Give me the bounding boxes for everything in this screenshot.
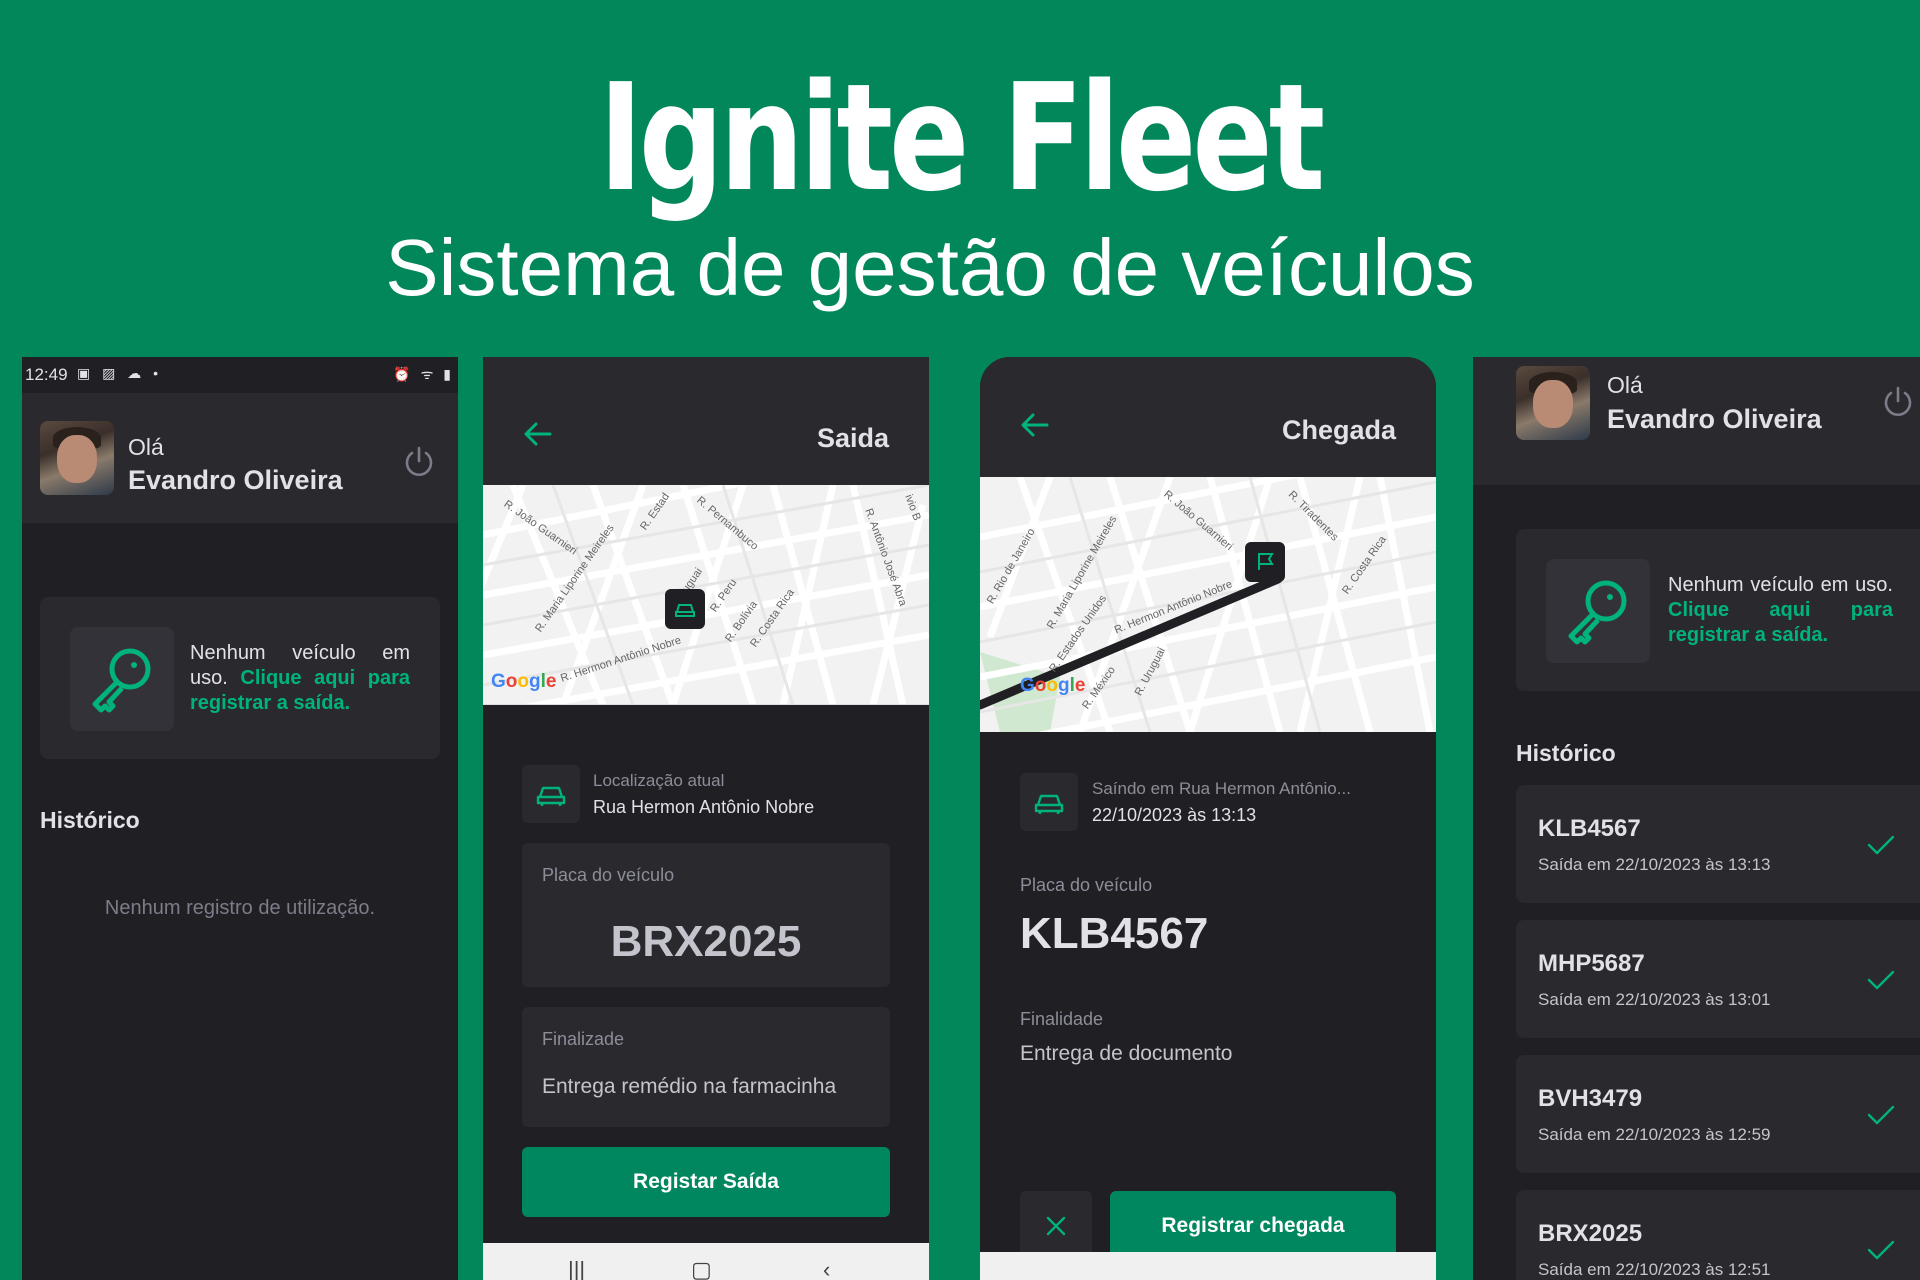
history-item[interactable]: KLB4567 Saída em 22/10/2023 às 13:13 bbox=[1516, 785, 1920, 903]
avatar bbox=[40, 421, 114, 495]
check-icon bbox=[1867, 1105, 1895, 1125]
car-icon bbox=[522, 765, 580, 823]
page-title: Saida bbox=[816, 423, 889, 453]
home-nav-icon[interactable]: ▢ bbox=[691, 1257, 712, 1280]
key-icon bbox=[70, 627, 174, 731]
history-title: Histórico bbox=[40, 807, 140, 833]
status-bar: 12:49 ▣ ▨ ☁ • ⏰ ᯤ ▮ bbox=[22, 357, 458, 393]
history-plate: BVH3479 bbox=[1538, 1085, 1643, 1112]
history-date: Saída em 22/10/2023 às 13:13 bbox=[1538, 855, 1771, 874]
system-icons: ⏰ ᯤ ▮ bbox=[393, 366, 454, 382]
home-header: Olá Evandro Oliveira bbox=[1473, 357, 1920, 485]
power-icon[interactable] bbox=[1881, 385, 1915, 419]
user-name: Evandro Oliveira bbox=[1607, 404, 1822, 434]
hero-title: Ignite Fleet bbox=[598, 52, 1325, 224]
map-view[interactable]: R. João Guarnieri R. Maria Liporine Meir… bbox=[483, 485, 929, 705]
history-title: Histórico bbox=[1516, 740, 1616, 766]
check-icon bbox=[1867, 1240, 1895, 1260]
page-title: Chegada bbox=[1281, 415, 1396, 445]
status-time: 12:49 bbox=[25, 365, 68, 384]
no-vehicle-text: Nenhum veículo em uso. Clique aqui para … bbox=[1668, 574, 1893, 646]
power-icon[interactable] bbox=[402, 445, 436, 479]
phone-home-history: Olá Evandro Oliveira Nenhum veículo em u… bbox=[1473, 357, 1920, 1280]
purpose-input[interactable]: Entrega remédio na farmacinha bbox=[542, 1075, 836, 1099]
user-name: Evandro Oliveira bbox=[128, 465, 343, 495]
departure-info: Saíndo em Rua Hermon Antônio... bbox=[1092, 779, 1351, 798]
google-logo: Google bbox=[1020, 675, 1086, 696]
history-date: Saída em 22/10/2023 às 13:01 bbox=[1538, 990, 1771, 1009]
departure-header: Saida bbox=[483, 357, 929, 485]
phone-departure: Saida R. João Guarnieri R. Maria Liporin… bbox=[483, 357, 929, 1280]
key-icon bbox=[1546, 559, 1650, 663]
check-icon bbox=[1867, 970, 1895, 990]
history-plate: MHP5687 bbox=[1538, 950, 1645, 977]
purpose-label: Finalidade bbox=[1020, 1009, 1104, 1029]
plate-input[interactable]: BRX2025 bbox=[522, 917, 890, 967]
greeting-label: Olá bbox=[128, 434, 164, 460]
android-nav-bar bbox=[980, 1252, 1436, 1280]
location-label: Localização atual bbox=[593, 771, 725, 790]
history-item[interactable]: BRX2025 Saída em 22/10/2023 às 12:51 bbox=[1516, 1190, 1920, 1280]
departure-datetime: 22/10/2023 às 13:13 bbox=[1092, 805, 1257, 825]
no-vehicle-text: Nenhum veículo em uso. Clique aqui para … bbox=[190, 642, 410, 714]
register-arrival-button[interactable]: Registrar chegada bbox=[1110, 1191, 1396, 1261]
plate-label: Placa do veículo bbox=[1020, 875, 1153, 895]
no-vehicle-card[interactable]: Nenhum veículo em uso. Clique aqui para … bbox=[1516, 529, 1920, 691]
purpose-value: Entrega de documento bbox=[1020, 1042, 1233, 1065]
map-view[interactable]: R. Rio de Janeiro R. Maria Liporine Meir… bbox=[980, 477, 1436, 732]
history-item[interactable]: MHP5687 Saída em 22/10/2023 às 13:01 bbox=[1516, 920, 1920, 1038]
hero-subtitle: Sistema de gestão de veículos bbox=[385, 223, 1475, 312]
arrival-header: Chegada bbox=[980, 357, 1436, 477]
recents-icon[interactable]: ||| bbox=[568, 1257, 585, 1280]
empty-history-text: Nenhum registro de utilização. bbox=[104, 897, 376, 919]
flag-marker-icon bbox=[1245, 542, 1285, 582]
phone-arrival: Chegada R. Rio de Janeiro R. Maria Lipor… bbox=[980, 357, 1436, 1280]
history-plate: KLB4567 bbox=[1538, 815, 1641, 842]
avatar bbox=[1516, 366, 1590, 440]
history-date: Saída em 22/10/2023 às 12:59 bbox=[1538, 1125, 1771, 1144]
register-departure-link[interactable]: Clique aqui para registrar a saída. bbox=[1668, 599, 1893, 646]
home-header: Olá Evandro Oliveira bbox=[22, 393, 458, 523]
back-arrow-icon[interactable] bbox=[523, 421, 553, 447]
history-date: Saída em 22/10/2023 às 12:51 bbox=[1538, 1260, 1771, 1279]
purpose-field[interactable]: Finalizade Entrega remédio na farmacinha bbox=[522, 1007, 890, 1127]
close-icon bbox=[1046, 1216, 1066, 1236]
google-logo: Google bbox=[491, 671, 557, 692]
purpose-label: Finalizade bbox=[542, 1029, 625, 1049]
history-plate: BRX2025 bbox=[1538, 1220, 1643, 1247]
check-icon bbox=[1867, 835, 1895, 855]
no-vehicle-card[interactable]: Nenhum veículo em uso. Clique aqui para … bbox=[40, 597, 440, 759]
cancel-button[interactable] bbox=[1020, 1191, 1092, 1261]
plate-field[interactable]: Placa do veículo BRX2025 bbox=[522, 843, 890, 987]
greeting-label: Olá bbox=[1607, 372, 1643, 398]
car-icon bbox=[1020, 773, 1078, 831]
phone-home-empty: 12:49 ▣ ▨ ☁ • ⏰ ᯤ ▮ Olá Evandro Oliveira… bbox=[22, 357, 458, 1280]
notification-icons: ▣ ▨ ☁ • bbox=[77, 365, 163, 381]
plate-label: Placa do veículo bbox=[542, 865, 675, 885]
location-value: Rua Hermon Antônio Nobre bbox=[593, 797, 815, 817]
history-item[interactable]: BVH3479 Saída em 22/10/2023 às 12:59 bbox=[1516, 1055, 1920, 1173]
android-nav-bar: ||| ▢ ‹ bbox=[483, 1243, 929, 1280]
back-nav-icon[interactable]: ‹ bbox=[823, 1257, 830, 1280]
car-marker-icon bbox=[665, 589, 705, 629]
plate-value: KLB4567 bbox=[1020, 909, 1209, 958]
back-arrow-icon[interactable] bbox=[1020, 412, 1050, 438]
register-departure-button[interactable]: Registar Saída bbox=[522, 1147, 890, 1217]
